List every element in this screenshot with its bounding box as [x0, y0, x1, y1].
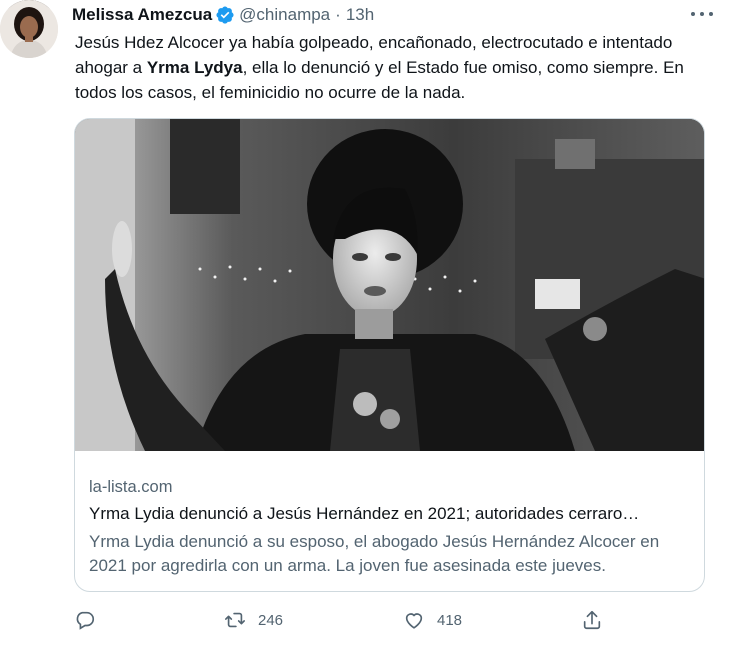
reply-button[interactable] [74, 606, 96, 634]
card-photo [75, 119, 704, 451]
verified-badge-icon [216, 6, 234, 24]
share-button[interactable] [581, 606, 603, 634]
retweet-button[interactable]: 246 [224, 606, 283, 634]
tweet-text-bold: Yrma Lydya [146, 58, 243, 77]
like-icon [405, 613, 423, 629]
more-icon[interactable] [691, 6, 713, 22]
retweet-icon [225, 612, 245, 628]
like-count: 418 [437, 611, 463, 629]
avatar[interactable] [0, 0, 58, 58]
action-bar: 246 418 [74, 606, 614, 634]
display-name[interactable]: Melissa Amezcua [72, 5, 212, 25]
more-dot [691, 12, 695, 16]
separator-dot: · [335, 5, 341, 24]
like-button[interactable]: 418 [403, 606, 462, 634]
reply-icon [76, 611, 95, 630]
user-handle[interactable]: @chinampa [239, 5, 330, 25]
card-body: la-lista.com Yrma Lydia denunció a Jesús… [89, 474, 690, 578]
tweet-header: Melissa Amezcua @chinampa · 13h [72, 3, 374, 27]
card-domain: la-lista.com [89, 478, 173, 496]
more-dot [709, 12, 713, 16]
retweet-count: 246 [258, 611, 284, 629]
timestamp[interactable]: 13h [346, 5, 374, 25]
card-description: Yrma Lydia denunció a su esposo, el abog… [89, 532, 660, 575]
share-icon [583, 610, 601, 630]
link-card[interactable]: la-lista.com Yrma Lydia denunció a Jesús… [74, 118, 705, 592]
more-dot [700, 12, 704, 16]
avatar-image [0, 0, 58, 58]
tweet-text: Jesús Hdez Alcocer ya había golpeado, en… [75, 30, 715, 105]
card-title: Yrma Lydia denunció a Jesús Hernández en… [89, 504, 640, 523]
